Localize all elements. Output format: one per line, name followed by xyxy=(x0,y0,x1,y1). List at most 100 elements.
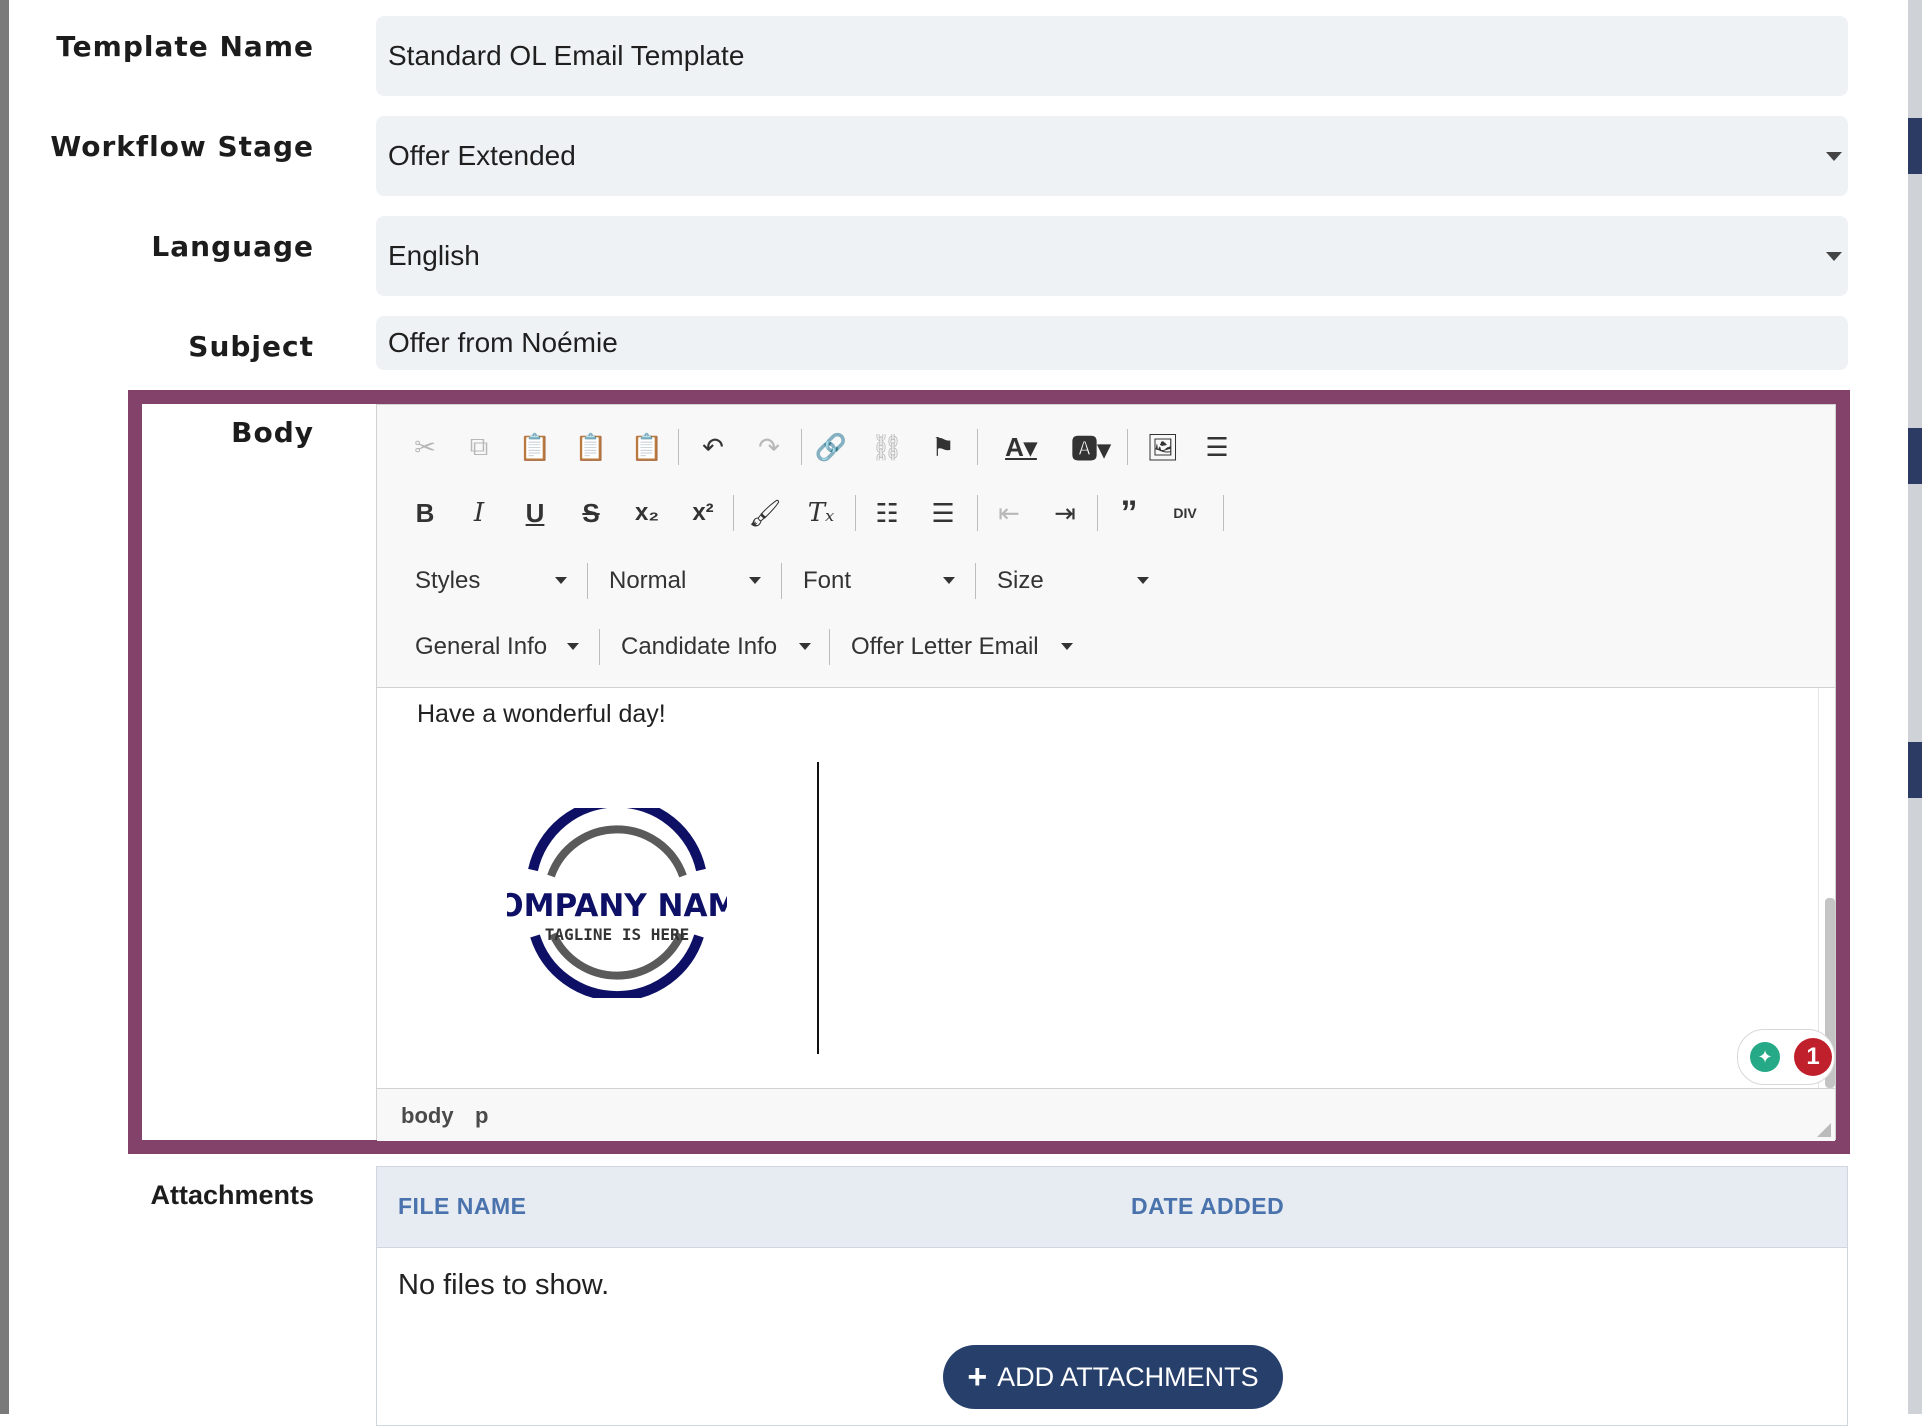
increase-indent-icon[interactable]: ⇥ xyxy=(1045,493,1085,533)
redo-icon[interactable]: ↷ xyxy=(749,427,789,467)
backdrop-tab xyxy=(1908,118,1922,174)
toolbar-separator xyxy=(678,429,679,465)
decrease-indent-icon[interactable]: ⇤ xyxy=(989,493,1029,533)
company-logo: COMPANY NAME TAGLINE IS HERE xyxy=(507,808,727,998)
toolbar-separator xyxy=(599,629,600,665)
general-info-combo[interactable]: General Info xyxy=(415,625,579,669)
backdrop-tab xyxy=(1908,742,1922,798)
logo-tagline: TAGLINE IS HERE xyxy=(545,925,690,944)
candidate-info-label: Candidate Info xyxy=(621,633,778,660)
candidate-info-combo[interactable]: Candidate Info xyxy=(621,625,811,669)
left-backdrop xyxy=(0,0,9,1414)
toolbar-separator xyxy=(587,563,588,599)
strikethrough-icon[interactable]: S xyxy=(571,493,611,533)
chevron-down-icon xyxy=(1137,577,1149,584)
format-combo[interactable]: Normal xyxy=(609,559,761,603)
rich-text-editor[interactable]: ✂ ⧉ 📋 📋 📋 ↶ ↷ 🔗 ⛓ ⚑ A▾ 🅰▾ 🖼 ☰ B I U S x₂… xyxy=(376,404,1836,1141)
font-combo-label: Font xyxy=(803,567,852,594)
editor-content-area[interactable]: Have a wonderful day! COMPANY NAME TAGLI… xyxy=(377,688,1819,1088)
workflow-stage-select[interactable]: Offer Extended xyxy=(376,116,1848,196)
logo-company-name: COMPANY NAME xyxy=(507,888,727,924)
remove-format-icon[interactable]: Tₓ xyxy=(801,493,841,533)
copy-format-icon[interactable]: 🖌 xyxy=(745,493,785,533)
path-body-item[interactable]: body xyxy=(401,1103,454,1129)
cut-icon[interactable]: ✂ xyxy=(405,427,445,467)
subject-value: Offer from Noémie xyxy=(388,327,618,358)
image-icon[interactable]: 🖼 xyxy=(1143,427,1183,467)
file-name-column-header[interactable]: FILE NAME xyxy=(398,1193,526,1220)
subject-label: Subject xyxy=(188,330,314,363)
paste-icon[interactable]: 📋 xyxy=(515,427,555,467)
template-name-value: Standard OL Email Template xyxy=(388,40,745,71)
bold-icon[interactable]: B xyxy=(405,493,445,533)
signature-divider xyxy=(817,762,819,1054)
language-value: English xyxy=(388,240,480,271)
chevron-down-icon xyxy=(943,577,955,584)
background-color-icon[interactable]: 🅰▾ xyxy=(1065,427,1117,467)
chevron-down-icon xyxy=(567,643,579,650)
path-p-item[interactable]: p xyxy=(475,1103,488,1129)
add-attachments-label: ADD ATTACHMENTS xyxy=(997,1361,1259,1392)
offer-letter-email-label: Offer Letter Email xyxy=(851,633,1039,660)
chevron-down-icon xyxy=(555,577,567,584)
resize-handle[interactable] xyxy=(1817,1123,1831,1137)
attachments-table-header: FILE NAME DATE ADDED xyxy=(377,1167,1847,1248)
chevron-down-icon xyxy=(799,643,811,650)
numbered-list-icon[interactable]: ☷ xyxy=(867,493,907,533)
date-added-column-header[interactable]: DATE ADDED xyxy=(1131,1193,1284,1220)
text-color-icon[interactable]: A▾ xyxy=(995,427,1047,467)
link-icon[interactable]: 🔗 xyxy=(811,427,851,467)
create-div-icon[interactable]: DIV xyxy=(1165,493,1205,533)
chevron-down-icon xyxy=(749,577,761,584)
template-name-input[interactable]: Standard OL Email Template xyxy=(376,16,1848,96)
size-combo-label: Size xyxy=(997,567,1044,594)
styles-combo-label: Styles xyxy=(415,567,481,594)
chevron-down-icon xyxy=(1061,643,1073,650)
toolbar-separator xyxy=(1223,495,1224,531)
anchor-flag-icon[interactable]: ⚑ xyxy=(923,427,963,467)
paste-word-icon[interactable]: 📋 xyxy=(627,427,667,467)
undo-icon[interactable]: ↶ xyxy=(693,427,733,467)
paste-text-icon[interactable]: 📋 xyxy=(571,427,611,467)
format-combo-label: Normal xyxy=(609,567,687,594)
backdrop-tab xyxy=(1908,428,1922,484)
empty-state-text: No files to show. xyxy=(398,1269,610,1301)
toolbar-separator xyxy=(781,563,782,599)
unlink-icon[interactable]: ⛓ xyxy=(867,427,907,467)
template-name-label: Template Name xyxy=(56,30,314,63)
subscript-icon[interactable]: x₂ xyxy=(627,493,667,533)
toolbar-separator xyxy=(1127,429,1128,465)
right-backdrop xyxy=(1908,0,1922,1414)
styles-combo[interactable]: Styles xyxy=(415,559,567,603)
workflow-stage-label: Workflow Stage xyxy=(50,130,314,163)
add-attachments-button[interactable]: + ADD ATTACHMENTS xyxy=(943,1345,1283,1409)
toolbar-separator xyxy=(975,563,976,599)
toolbar-separator xyxy=(1097,495,1098,531)
underline-icon[interactable]: U xyxy=(515,493,555,533)
offer-letter-email-combo[interactable]: Offer Letter Email xyxy=(851,625,1073,669)
horizontal-line-icon[interactable]: ☰ xyxy=(1197,427,1237,467)
subject-input[interactable]: Offer from Noémie xyxy=(376,316,1848,370)
grammar-assistant-widget[interactable]: ✦ 1 xyxy=(1737,1029,1835,1085)
chevron-down-icon xyxy=(1826,152,1842,161)
size-combo[interactable]: Size xyxy=(997,559,1149,603)
bulleted-list-icon[interactable]: ☰ xyxy=(923,493,963,533)
greeting-text: Have a wonderful day! xyxy=(417,700,666,728)
superscript-icon[interactable]: x² xyxy=(683,493,723,533)
attachments-table: FILE NAME DATE ADDED No files to show. +… xyxy=(376,1166,1848,1426)
editor-scrollbar[interactable] xyxy=(1818,688,1835,1088)
copy-icon[interactable]: ⧉ xyxy=(459,427,499,467)
language-select[interactable]: English xyxy=(376,216,1848,296)
toolbar-separator xyxy=(977,495,978,531)
lightbulb-icon[interactable]: ✦ xyxy=(1750,1042,1780,1072)
editor-element-path: body p xyxy=(377,1088,1835,1141)
issues-count-badge[interactable]: 1 xyxy=(1794,1038,1832,1076)
font-combo[interactable]: Font xyxy=(803,559,955,603)
toolbar-separator xyxy=(829,629,830,665)
general-info-label: General Info xyxy=(415,633,548,660)
blockquote-icon[interactable]: ” xyxy=(1109,493,1149,533)
italic-icon[interactable]: I xyxy=(459,493,499,533)
toolbar-separator xyxy=(733,495,734,531)
plus-icon: + xyxy=(967,1357,988,1396)
toolbar-separator xyxy=(801,429,802,465)
